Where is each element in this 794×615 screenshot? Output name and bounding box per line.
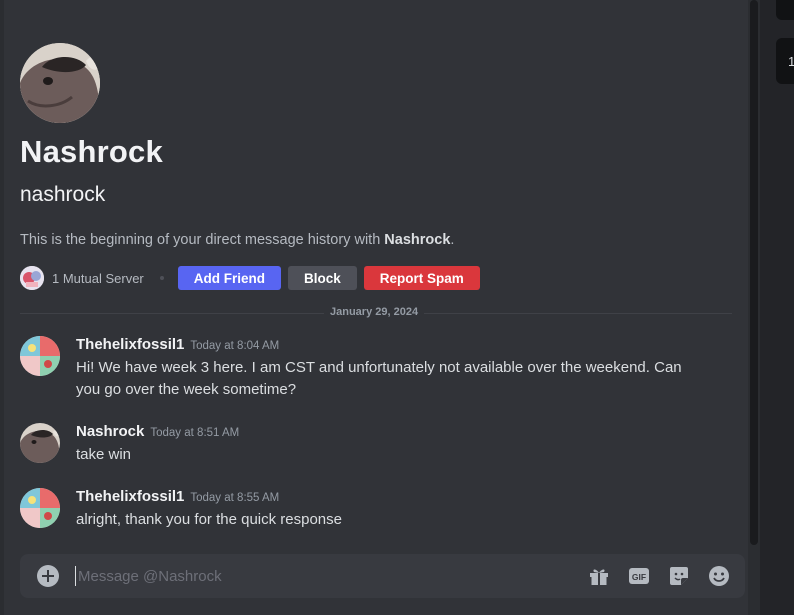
date-divider: January 29, 2024	[324, 306, 425, 318]
nashrock-avatar-image	[20, 43, 100, 123]
message-content: Hi! We have week 3 here. I am CST and un…	[76, 359, 682, 398]
message-composer: GIF	[20, 554, 745, 598]
message-author[interactable]: Nashrock	[76, 423, 144, 440]
message-content: take win	[76, 446, 132, 463]
separator-dot	[159, 276, 164, 280]
message-input[interactable]	[78, 564, 518, 588]
right-panel-count: 1	[788, 54, 794, 69]
profile-actions: 1 Mutual Server Add Friend Block Report …	[20, 266, 487, 290]
message-header: Thehelixfossil1 Today at 8:04 AM	[76, 336, 279, 354]
chat-area: Nashrock nashrock This is the beginning …	[4, 0, 748, 615]
profile-display-name: Nashrock	[20, 134, 163, 169]
message-timestamp: Today at 8:55 AM	[190, 492, 280, 504]
profile-username: nashrock	[20, 183, 106, 206]
author-avatar[interactable]	[20, 336, 60, 376]
right-panel-card	[776, 0, 794, 20]
nashrock-avatar-image	[20, 423, 60, 463]
right-panel: 1	[760, 0, 794, 615]
helix-avatar-image	[20, 488, 60, 528]
message-content: alright, thank you for the quick respons…	[76, 511, 342, 528]
message-header: Nashrock Today at 8:51 AM	[76, 423, 239, 441]
author-avatar[interactable]	[20, 423, 60, 463]
report-spam-button[interactable]: Report Spam	[363, 266, 480, 290]
svg-text:GIF: GIF	[632, 572, 646, 582]
scrollbar[interactable]	[748, 0, 760, 615]
server-image	[20, 266, 44, 290]
emoji-icon[interactable]	[707, 564, 731, 588]
profile-avatar[interactable]	[20, 43, 100, 123]
mutual-servers-link[interactable]: 1 Mutual Server	[52, 271, 144, 286]
author-avatar[interactable]	[20, 488, 60, 528]
add-friend-button[interactable]: Add Friend	[177, 266, 282, 290]
intro-prefix: This is the beginning of your direct mes…	[20, 232, 385, 248]
intro-name: Nashrock	[384, 232, 451, 248]
message-author[interactable]: Thehelixfossil1	[76, 336, 184, 353]
plus-icon[interactable]	[37, 565, 59, 587]
gift-icon[interactable]	[587, 564, 611, 588]
mutual-server-icon[interactable]	[20, 266, 44, 290]
message-author[interactable]: Thehelixfossil1	[76, 488, 184, 505]
sticker-icon[interactable]	[667, 564, 691, 588]
block-button[interactable]: Block	[288, 266, 357, 290]
helix-avatar-image	[20, 336, 60, 376]
scrollbar-thumb[interactable]	[750, 0, 758, 545]
message-header: Thehelixfossil1 Today at 8:55 AM	[76, 488, 279, 506]
message-timestamp: Today at 8:04 AM	[190, 340, 280, 352]
gif-icon[interactable]: GIF	[627, 564, 651, 588]
dm-intro-text: This is the beginning of your direct mes…	[20, 232, 454, 248]
text-caret	[75, 566, 76, 586]
message-timestamp: Today at 8:51 AM	[150, 427, 240, 439]
intro-suffix: .	[450, 232, 455, 248]
